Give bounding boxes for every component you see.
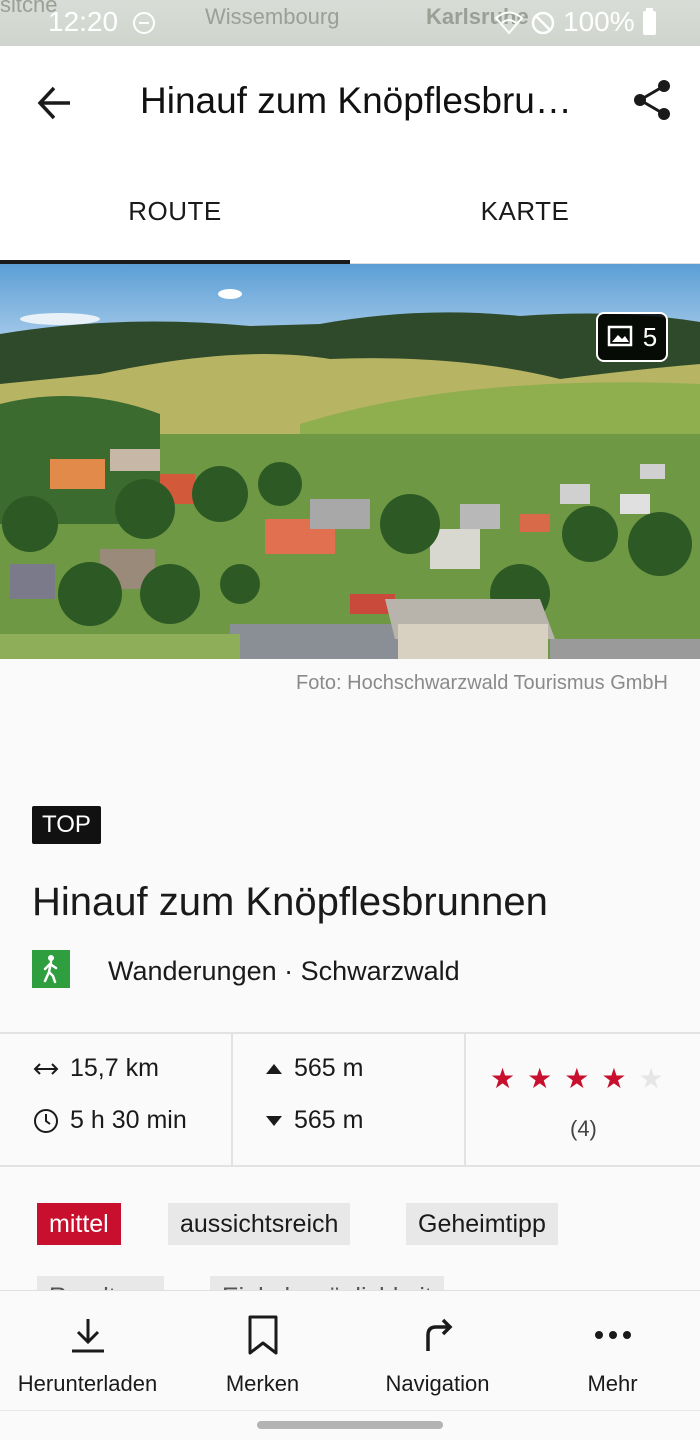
gallery-count: 5 <box>642 321 658 352</box>
tag-item: Geheimtipp <box>406 1203 558 1245</box>
status-bar: sitche Wissembourg Karlsruhe 12:20 100% <box>0 0 700 46</box>
ascent-stat: 565 m <box>264 1054 363 1083</box>
gallery-count-button[interactable]: 5 <box>596 312 668 362</box>
bottom-action-bar: Herunterladen Merken Navigation Mehr <box>0 1290 700 1410</box>
rating-stars[interactable]: ★ ★ ★ ★ ★ <box>490 1062 664 1095</box>
app-bar: Hinauf zum Knöpflesbru… <box>0 46 700 156</box>
share-icon[interactable] <box>628 76 676 124</box>
navigation-button[interactable]: Navigation <box>350 1291 525 1411</box>
tab-bar: ROUTE KARTE <box>0 156 700 264</box>
page-title: Hinauf zum Knöpflesbru… <box>140 80 572 121</box>
difficulty-tag: mittel <box>37 1203 121 1245</box>
distance-value: 15,7 km <box>70 1054 159 1082</box>
stats-panel <box>0 1032 700 1167</box>
star-icon: ★ <box>527 1063 553 1094</box>
status-time: 12:20 <box>48 6 119 37</box>
descent-stat: 565 m <box>264 1106 363 1135</box>
bookmark-icon <box>248 1315 277 1355</box>
tab-karte[interactable]: KARTE <box>350 156 700 264</box>
distance-icon <box>33 1062 59 1075</box>
landscape-photo <box>0 264 700 659</box>
download-icon <box>71 1319 104 1353</box>
arrow-left-icon[interactable] <box>30 78 80 128</box>
tour-category: Wanderungen · Schwarzwald <box>108 956 460 986</box>
star-icon: ★ <box>490 1063 516 1094</box>
bookmark-button[interactable]: Merken <box>175 1291 350 1411</box>
tour-title: Hinauf zum Knöpflesbrunnen <box>32 880 548 924</box>
hero-image[interactable] <box>0 264 700 659</box>
bookmark-label: Merken <box>225 1371 300 1396</box>
triangle-down-icon <box>266 1115 282 1126</box>
dnd-icon <box>133 12 155 34</box>
divider <box>464 1034 466 1167</box>
tag-item: aussichtsreich <box>168 1203 351 1245</box>
duration-stat: 5 h 30 min <box>32 1106 187 1135</box>
more-dots-icon <box>594 1331 631 1339</box>
divider <box>231 1034 233 1167</box>
descent-value: 565 m <box>294 1106 364 1134</box>
tab-route[interactable]: ROUTE <box>0 156 350 264</box>
more-button[interactable]: Mehr <box>525 1291 700 1411</box>
ascent-value: 565 m <box>294 1054 364 1082</box>
battery-icon <box>643 8 656 35</box>
image-icon <box>607 325 633 347</box>
distance-stat: 15,7 km <box>32 1054 159 1083</box>
battery-percent: 100% <box>563 6 635 37</box>
photo-caption: Foto: Hochschwarzwald Tourismus GmbH <box>296 672 668 694</box>
navigation-label: Navigation <box>385 1371 490 1396</box>
triangle-up-icon <box>266 1063 282 1074</box>
top-badge: TOP <box>32 806 101 844</box>
duration-value: 5 h 30 min <box>70 1106 187 1134</box>
wifi-icon <box>494 11 524 35</box>
star-icon: ★ <box>564 1063 590 1094</box>
more-label: Mehr <box>587 1371 638 1396</box>
gesture-handle[interactable] <box>257 1421 443 1429</box>
clock-icon <box>34 1108 58 1133</box>
hiking-icon <box>32 950 70 988</box>
turn-right-icon <box>425 1318 452 1351</box>
no-sim-icon <box>531 11 555 35</box>
rating-count: (4) <box>570 1116 597 1141</box>
star-icon: ★ <box>601 1063 627 1094</box>
download-button[interactable]: Herunterladen <box>0 1291 175 1411</box>
star-icon: ★ <box>638 1063 664 1094</box>
map-label: Wissembourg <box>205 4 340 29</box>
download-label: Herunterladen <box>17 1371 158 1396</box>
